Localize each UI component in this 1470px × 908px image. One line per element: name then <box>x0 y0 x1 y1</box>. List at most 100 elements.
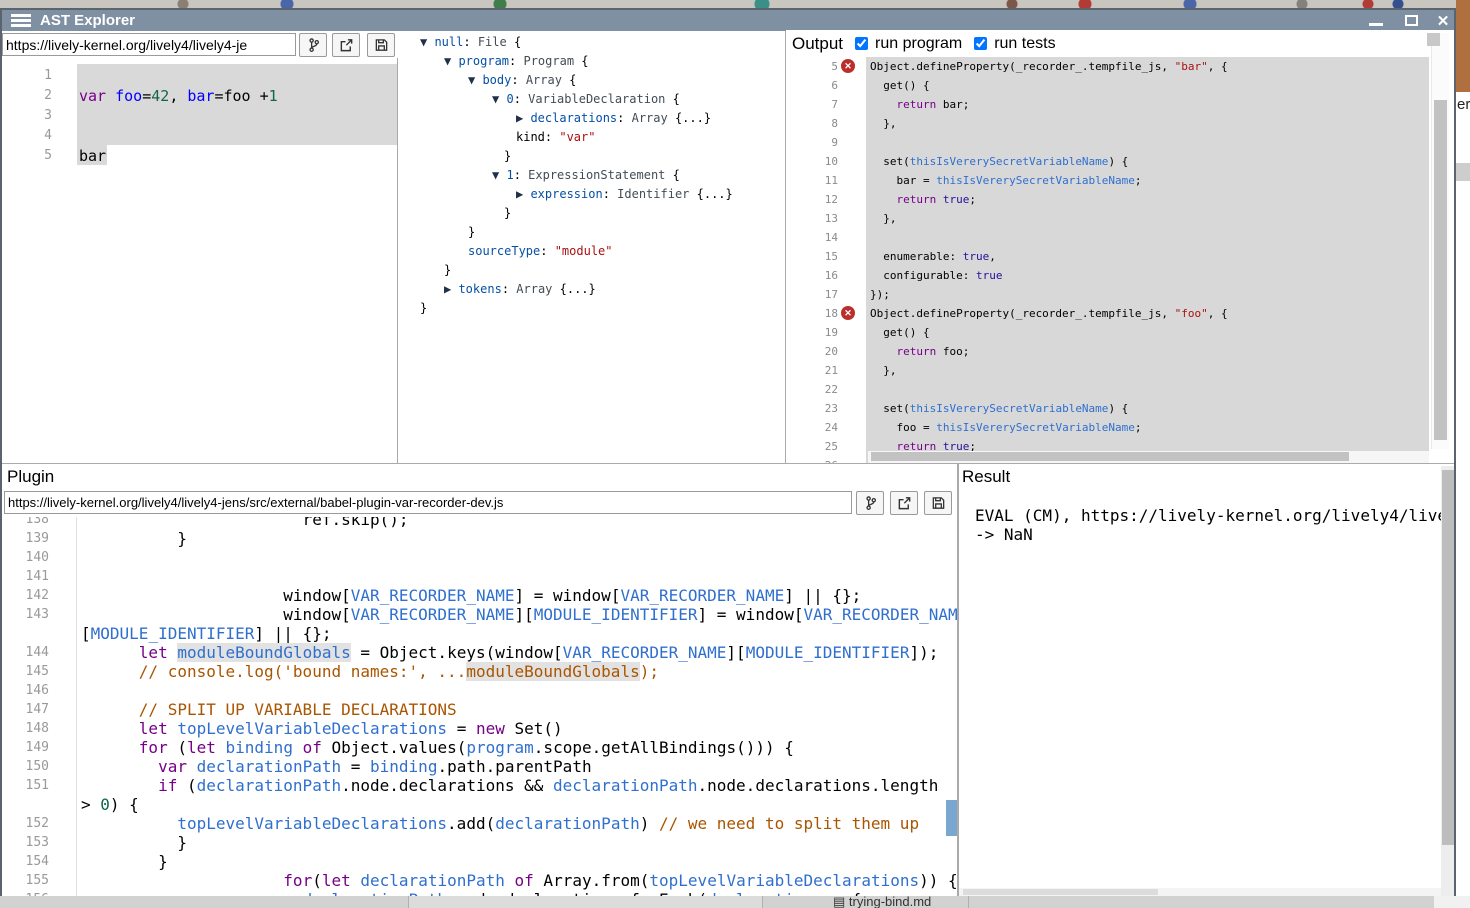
result-horizontal-scrollbar[interactable] <box>959 888 1441 896</box>
ast-node[interactable]: } <box>398 147 785 166</box>
scrollbar-thumb[interactable] <box>1434 100 1447 440</box>
ast-node[interactable]: ▼ null: File { <box>398 33 785 52</box>
ast-node[interactable]: ▶ tokens: Array {...} <box>398 280 785 299</box>
hamburger-menu-icon[interactable] <box>11 14 31 28</box>
plugin-scrollbar-thumb[interactable] <box>946 800 957 836</box>
output-checkbox-run-tests[interactable]: run tests <box>974 35 1055 53</box>
code-line[interactable]: 142 window[VAR_RECORDER_NAME] = window[V… <box>2 586 958 605</box>
result-vertical-scrollbar[interactable] <box>1441 466 1454 896</box>
code-line[interactable]: 147 // SPLIT UP VARIABLE DECLARATIONS <box>2 700 958 719</box>
code-line[interactable]: 8 }, <box>786 114 1454 133</box>
checkbox-run-program[interactable] <box>855 37 868 50</box>
code-line[interactable]: > 0) { <box>2 795 958 814</box>
ast-tree-panel[interactable]: ▼ null: File {▼ program: Program {▼ body… <box>398 31 786 463</box>
expand-arrow-icon[interactable]: ▶ <box>516 111 530 125</box>
code-line[interactable]: 146 <box>2 681 958 700</box>
code-line[interactable]: 138 ref.skip(); <box>2 517 958 529</box>
code-line[interactable]: 141 <box>2 567 958 586</box>
collapse-arrow-icon[interactable]: ▼ <box>468 73 482 87</box>
plugin-url-input[interactable] <box>4 491 852 514</box>
code-line[interactable]: 149 for (let binding of Object.values(pr… <box>2 738 958 757</box>
window-titlebar[interactable]: AST Explorer ✕ <box>2 10 1454 31</box>
code-line[interactable]: 140 <box>2 548 958 567</box>
ast-node[interactable]: ▼ 1: ExpressionStatement { <box>398 166 785 185</box>
close-button[interactable]: ✕ <box>1432 12 1454 29</box>
code-line[interactable]: 2var foo=42, bar=foo +1 <box>2 86 397 106</box>
code-line[interactable]: 19 get() { <box>786 323 1454 342</box>
code-line[interactable]: 16 configurable: true <box>786 266 1454 285</box>
expand-arrow-icon[interactable]: ▶ <box>444 282 458 296</box>
ast-node[interactable]: } <box>398 204 785 223</box>
code-line[interactable]: 153 } <box>2 833 958 852</box>
collapse-arrow-icon[interactable]: ▼ <box>420 35 434 49</box>
checkbox-run-tests[interactable] <box>974 37 987 50</box>
ast-node[interactable]: sourceType: "module" <box>398 242 785 261</box>
collapse-arrow-icon[interactable]: ▼ <box>492 92 506 106</box>
minimize-button[interactable] <box>1365 12 1387 29</box>
code-line[interactable]: 151 if (declarationPath.node.declaration… <box>2 776 958 795</box>
code-line[interactable]: 20 return foo; <box>786 342 1454 361</box>
code-line[interactable]: 18Object.defineProperty(_recorder_.tempf… <box>786 304 1454 323</box>
ast-node[interactable]: ▼ 0: VariableDeclaration { <box>398 90 785 109</box>
ast-node[interactable]: } <box>398 223 785 242</box>
ast-node[interactable]: } <box>398 299 785 318</box>
code-line[interactable]: 14 <box>786 228 1454 247</box>
scrollbar-thumb[interactable] <box>963 889 1158 895</box>
code-line[interactable]: 11 bar = thisIsVererySecretVariableName; <box>786 171 1454 190</box>
code-line[interactable]: 10 set(thisIsVererySecretVariableName) { <box>786 152 1454 171</box>
source-url-input[interactable] <box>2 33 296 56</box>
code-line[interactable]: 4 <box>2 126 397 146</box>
ast-node[interactable]: kind: "var" <box>398 128 785 147</box>
code-line[interactable]: 15 enumerable: true, <box>786 247 1454 266</box>
code-line[interactable]: 152 topLevelVariableDeclarations.add(dec… <box>2 814 958 833</box>
code-line[interactable]: 23 set(thisIsVererySecretVariableName) { <box>786 399 1454 418</box>
open-external-button[interactable] <box>332 33 360 57</box>
git-branch-button[interactable] <box>856 491 884 515</box>
code-line[interactable]: 139 } <box>2 529 958 548</box>
code-line[interactable]: 150 var declarationPath = binding.path.p… <box>2 757 958 776</box>
code-line[interactable]: 145 // console.log('bound names:', ...mo… <box>2 662 958 681</box>
code-line[interactable]: 3 <box>2 106 397 126</box>
code-line[interactable]: 5bar <box>2 146 397 166</box>
scrollbar-thumb[interactable] <box>871 452 1349 461</box>
open-external-button[interactable] <box>890 491 918 515</box>
code-line[interactable]: 21 }, <box>786 361 1454 380</box>
ast-node[interactable]: } <box>398 261 785 280</box>
output-horizontal-scrollbar[interactable] <box>868 451 1429 463</box>
collapse-arrow-icon[interactable]: ▼ <box>444 54 458 68</box>
output-code-lines[interactable]: 5Object.defineProperty(_recorder_.tempfi… <box>786 57 1454 463</box>
code-line[interactable]: 17}); <box>786 285 1454 304</box>
collapse-arrow-icon[interactable]: ▼ <box>492 168 506 182</box>
code-line[interactable]: 156 declarationPath.node.declarations.fo… <box>2 890 958 896</box>
output-checkbox-run-program[interactable]: run program <box>855 35 962 53</box>
output-vertical-scrollbar[interactable] <box>1431 33 1449 449</box>
taskbar-tab[interactable]: ▤ trying-bind.md <box>408 896 763 908</box>
ast-node[interactable]: ▶ expression: Identifier {...} <box>398 185 785 204</box>
code-line[interactable]: 7 return bar; <box>786 95 1454 114</box>
code-line[interactable]: 22 <box>786 380 1454 399</box>
code-line[interactable]: 12 return true; <box>786 190 1454 209</box>
save-button[interactable] <box>367 33 395 57</box>
ast-node[interactable]: ▶ declarations: Array {...} <box>398 109 785 128</box>
code-line[interactable]: 24 foo = thisIsVererySecretVariableName; <box>786 418 1454 437</box>
ast-node[interactable]: ▼ program: Program { <box>398 52 785 71</box>
code-line[interactable]: 143 window[VAR_RECORDER_NAME][MODULE_IDE… <box>2 605 958 624</box>
ast-node[interactable]: ▼ body: Array { <box>398 71 785 90</box>
code-line[interactable]: 13 }, <box>786 209 1454 228</box>
source-code-editor[interactable]: 12var foo=42, bar=foo +1345bar <box>2 58 398 463</box>
code-line[interactable]: 1 <box>2 66 397 86</box>
scrollbar-thumb[interactable] <box>1442 470 1454 845</box>
plugin-code-editor[interactable]: 138 ref.skip();139 }140141142 window[VAR… <box>2 517 958 896</box>
maximize-button[interactable] <box>1400 12 1422 29</box>
expand-arrow-icon[interactable]: ▶ <box>516 187 530 201</box>
save-button[interactable] <box>924 491 952 515</box>
code-line[interactable]: 5Object.defineProperty(_recorder_.tempfi… <box>786 57 1454 76</box>
code-line[interactable]: 144 let moduleBoundGlobals = Object.keys… <box>2 643 958 662</box>
git-branch-button[interactable] <box>299 33 327 57</box>
code-line[interactable]: 154 } <box>2 852 958 871</box>
code-line[interactable]: 6 get() { <box>786 76 1454 95</box>
code-line[interactable]: 155 for(let declarationPath of Array.fro… <box>2 871 958 890</box>
code-line[interactable]: 148 let topLevelVariableDeclarations = n… <box>2 719 958 738</box>
code-line[interactable]: 9 <box>786 133 1454 152</box>
code-line[interactable]: [MODULE_IDENTIFIER] || {}; <box>2 624 958 643</box>
